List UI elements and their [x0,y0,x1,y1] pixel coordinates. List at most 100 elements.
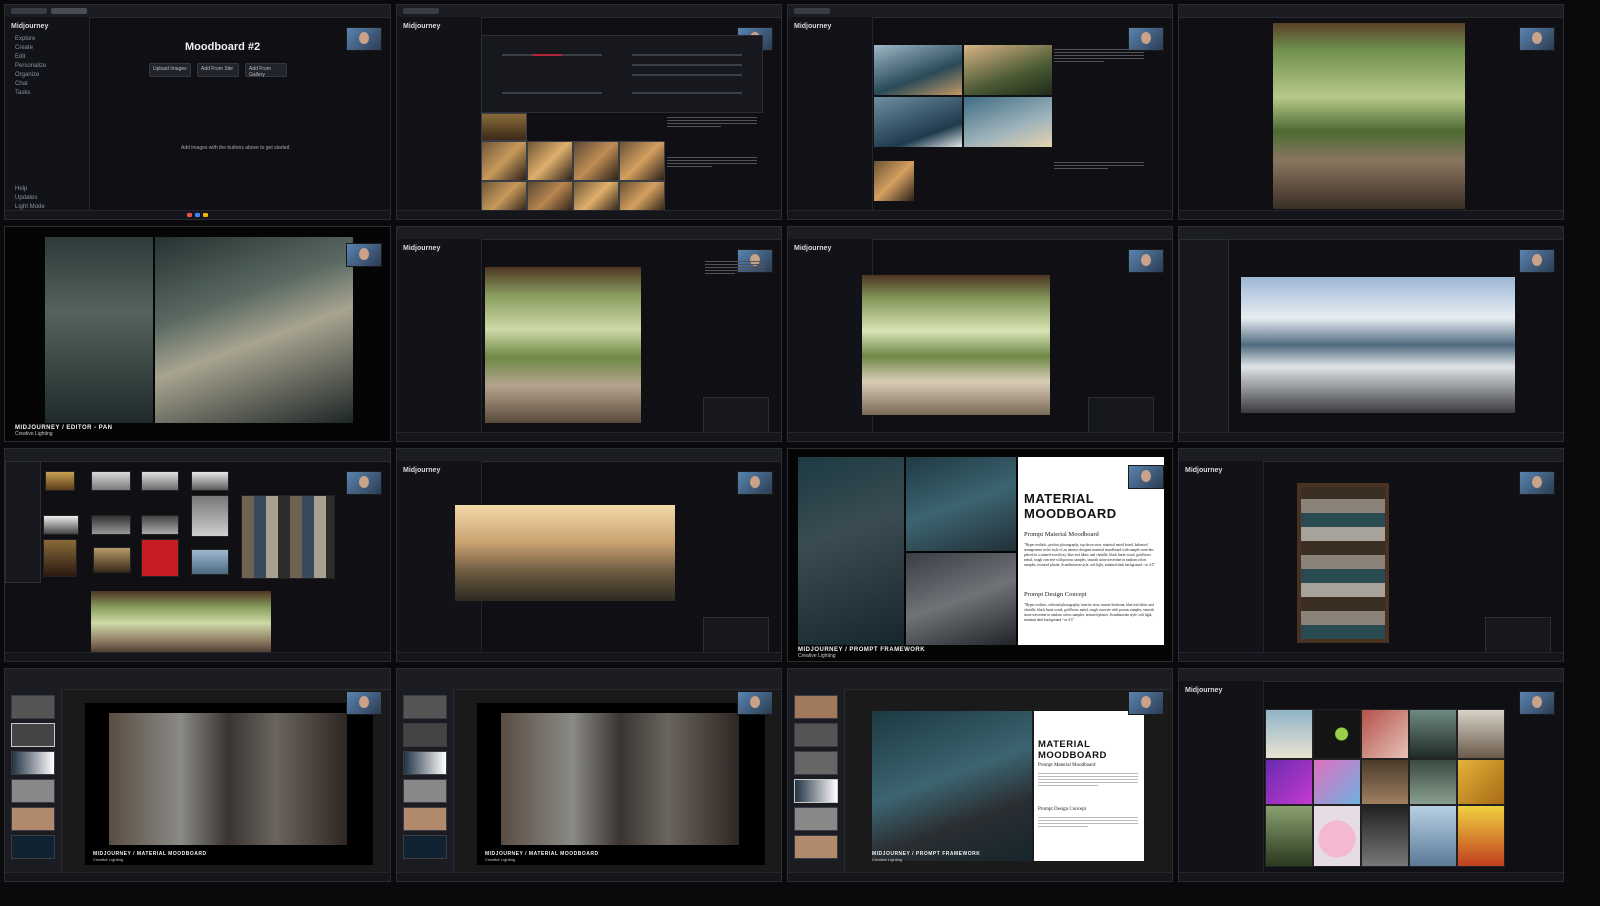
sidebar-item-edit[interactable]: Edit [15,54,79,60]
sidebar: Midjourney [397,239,482,441]
moodboard-title: Moodboard #2 [185,41,261,53]
tile-file-explorer[interactable] [4,448,391,662]
mountain-bedroom-image [1241,277,1515,413]
add-from-gallery-button[interactable]: Add From Gallery [245,63,287,78]
section-heading-material: Prompt Material Moodboard [1038,763,1096,768]
tile-material-moodboard-slide[interactable]: MATERIAL MOODBOARD Prompt Material Moodb… [787,448,1173,662]
browser-chrome [1179,227,1563,240]
app-brand: Midjourney [403,467,441,474]
taskbar [5,210,390,219]
slide-thumbnails[interactable] [5,689,62,875]
living-room-image [485,267,641,423]
presenter-webcam [1128,249,1164,273]
gallery-image[interactable] [1409,759,1457,805]
settings-panel [481,35,763,113]
gallery-image[interactable] [1457,709,1505,759]
material-tray-image [798,457,904,645]
gallery-image[interactable] [1409,709,1457,759]
presenter-webcam [1519,27,1555,51]
tile-explore-gallery[interactable]: Midjourney [1178,668,1564,882]
section-heading-design: Prompt Design Concept [1024,591,1087,598]
section-heading-design: Prompt Design Concept [1038,807,1087,812]
tile-powerpoint-material-2[interactable]: MIDJOURNEY / MATERIAL MOODBOARD Creative… [396,668,782,882]
taskbar [5,652,390,661]
video-thumbnail-grid: Midjourney Explore Create Edit Personali… [0,0,1600,906]
add-from-site-button[interactable]: Add From Site [197,63,239,77]
sidebar-item-chat[interactable]: Chat [15,81,79,87]
tile-settings-panel[interactable]: Midjourney [396,4,782,220]
tile-material-tray[interactable]: Midjourney [1178,448,1564,662]
taskbar [788,210,1172,219]
tile-editor-pan[interactable]: MIDJOURNEY / EDITOR - PAN Creative Light… [4,226,391,442]
moodboard-images [872,711,1032,861]
app-brand: Midjourney [1185,467,1223,474]
coastal-house-image-2[interactable] [964,45,1052,95]
reference-image[interactable] [874,161,914,201]
tile-coastal-houses[interactable]: Midjourney [787,4,1173,220]
empty-state-hint: Add images with the buttons above to get… [181,145,290,151]
taskbar [788,872,1172,881]
sidebar: Midjourney [1179,461,1264,661]
moodboard-heading: MATERIAL MOODBOARD [1038,739,1107,761]
sidebar-item-explore[interactable]: Explore [15,36,79,42]
sidebar-item-tasks[interactable]: Tasks [15,90,79,96]
bedroom-concept-image [906,457,1016,551]
coastal-house-image-1[interactable] [874,45,962,95]
gallery-image[interactable] [1457,805,1505,867]
tile-cliff-house[interactable]: Midjourney [396,448,782,662]
presenter-webcam [346,471,382,495]
upload-images-button[interactable]: Upload Images [149,63,191,77]
explorer-chrome [5,449,390,462]
tile-mountain-bedroom[interactable] [1178,226,1564,442]
gallery-image[interactable] [1361,759,1409,805]
living-room-image [862,275,1050,415]
gallery-image[interactable] [1361,709,1409,759]
presenter-webcam [346,243,382,267]
powerpoint-ribbon [5,669,390,690]
gallery-image[interactable] [1265,709,1313,759]
tile-powerpoint-framework[interactable]: MATERIAL MOODBOARD Prompt Material Moodb… [787,668,1173,882]
tile-forest-living-room[interactable] [1178,4,1564,220]
options-panel [1485,617,1551,655]
slide-caption: MIDJOURNEY / MATERIAL MOODBOARD Creative… [485,851,599,862]
app-brand: Midjourney [1185,687,1223,694]
material-tray-image [1297,483,1389,643]
slide-thumbnails[interactable] [788,689,845,875]
tile-editor-living-room[interactable]: Midjourney [396,226,782,442]
sidebar: Midjourney [1179,681,1264,881]
explorer-nav-pane [5,461,41,583]
moodboard-heading: MATERIAL MOODBOARD [1024,491,1117,521]
presenter-webcam [1128,465,1164,489]
dining-room-image-right [155,237,353,423]
sidebar-item-updates[interactable]: Updates [15,195,79,201]
sidebar: Midjourney [788,17,873,219]
gallery-image[interactable] [1313,759,1361,805]
slide-caption: MIDJOURNEY / PROMPT FRAMEWORK Creative L… [872,851,981,862]
tile-powerpoint-material-1[interactable]: MIDJOURNEY / MATERIAL MOODBOARD Creative… [4,668,391,882]
cliff-house-image [455,505,675,601]
sidebar-item-create[interactable]: Create [15,45,79,51]
presenter-webcam [1519,249,1555,273]
tile-moodboard-empty[interactable]: Midjourney Explore Create Edit Personali… [4,4,391,220]
gallery-image[interactable] [1361,805,1409,867]
gallery-image[interactable] [1313,805,1361,867]
moodboard-text-panel: MATERIAL MOODBOARD Prompt Material Moodb… [1034,711,1144,861]
coastal-house-image-3[interactable] [874,97,962,147]
coastal-house-image-4[interactable] [964,97,1052,147]
taskbar [1179,210,1563,219]
gallery-image[interactable] [1265,805,1313,867]
options-panel [703,397,769,435]
gallery-image[interactable] [1409,805,1457,867]
sidebar-item-personalize[interactable]: Personalize [15,63,79,69]
gallery-image[interactable] [1265,759,1313,805]
editor-sidebar [1179,239,1229,437]
sidebar-item-organize[interactable]: Organize [15,72,79,78]
powerpoint-ribbon [788,669,1172,690]
options-panel [703,617,769,655]
presenter-webcam [737,471,773,495]
sidebar-item-help[interactable]: Help [15,186,79,192]
gallery-image[interactable] [1457,759,1505,805]
tile-editor-room-2[interactable]: Midjourney [787,226,1173,442]
slide-thumbnails[interactable] [397,689,454,875]
gallery-image[interactable] [1313,709,1361,759]
